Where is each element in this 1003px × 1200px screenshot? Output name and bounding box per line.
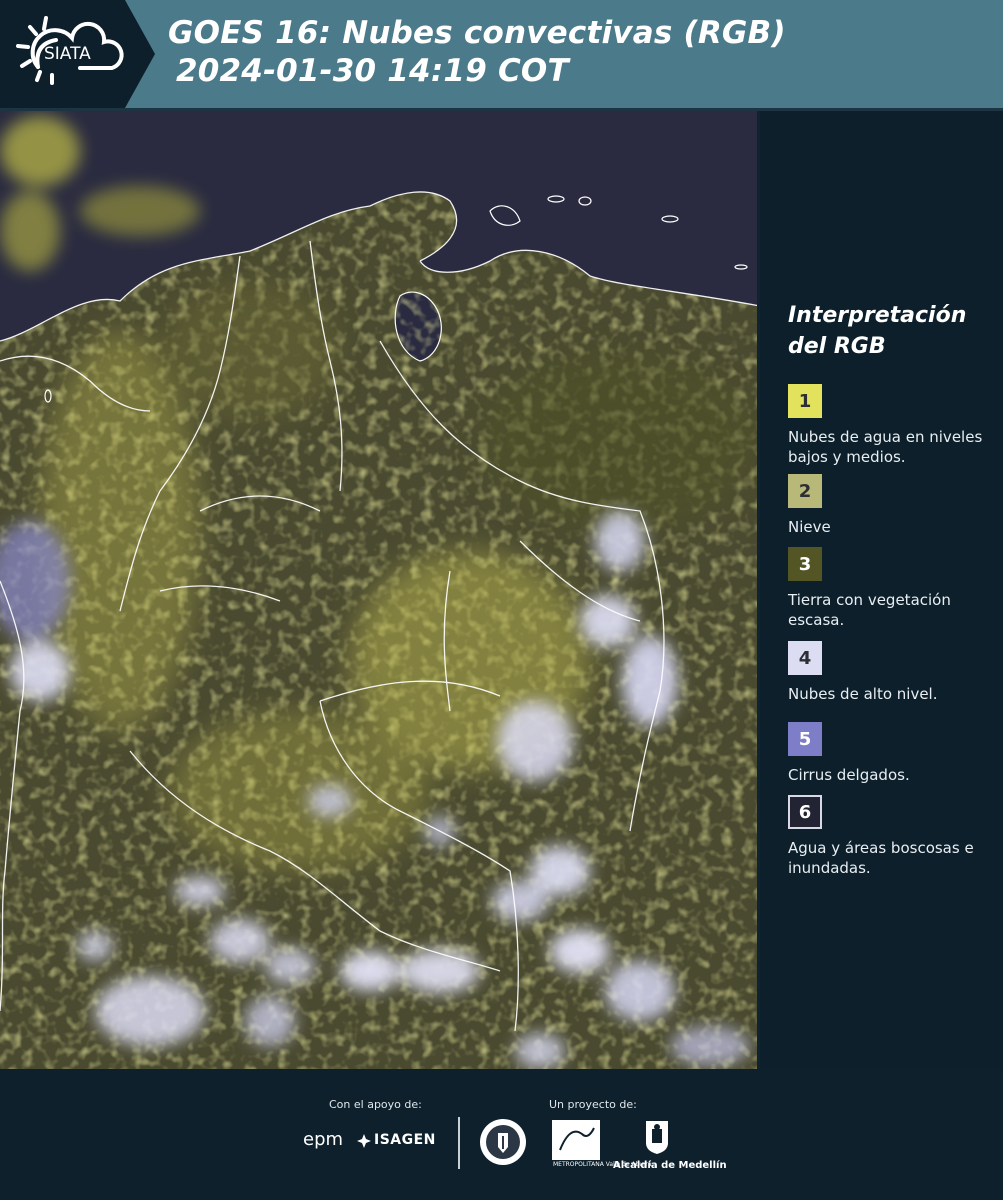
title-line-2: 2024-01-30 14:19 COT [176, 53, 569, 89]
legend-item-2: 2 Nieve [788, 474, 831, 537]
support-label: Con el apoyo de: [329, 1098, 422, 1111]
header: SIATA GOES 16: Nubes convectivas (RGB) 2… [0, 0, 1003, 108]
legend-item-3: 3 Tierra con vegetación escasa. [788, 547, 997, 630]
legend-item-4: 4 Nubes de alto nivel. [788, 641, 937, 704]
legend-swatch-3: 3 [788, 547, 822, 581]
title-line-1: GOES 16: Nubes convectivas (RGB) [168, 15, 786, 51]
legend-label-6: Agua y áreas boscosas e inundadas. [788, 839, 974, 877]
legend-swatch-6: 6 [788, 795, 822, 829]
legend-label-3: Tierra con vegetación escasa. [788, 591, 951, 629]
footer-separator [458, 1117, 460, 1169]
siata-logo: SIATA [0, 0, 155, 108]
legend-item-6: 6 Agua y áreas boscosas e inundadas. [788, 795, 997, 878]
alcaldia-label: Alcaldía de Medellín [613, 1160, 727, 1171]
satellite-map [0, 111, 760, 1069]
legend-swatch-4: 4 [788, 641, 822, 675]
legend-label-5: Cirrus delgados. [788, 766, 910, 784]
epm-logo: epm [303, 1129, 344, 1150]
legend-item-1: 1 Nubes de agua en niveles bajos y medios… [788, 384, 997, 467]
map-border [757, 111, 760, 1069]
legend-label-2: Nieve [788, 518, 831, 536]
page-title: GOES 16: Nubes convectivas (RGB) 2024-01… [168, 14, 786, 90]
isagen-icon [357, 1134, 371, 1148]
isagen-logo: ISAGEN [374, 1132, 436, 1148]
legend-swatch-2: 2 [788, 474, 822, 508]
legend-item-5: 5 Cirrus delgados. [788, 722, 910, 785]
legend: Interpretación del RGB 1 Nubes de agua en… [772, 300, 997, 877]
legend-swatch-1: 1 [788, 384, 822, 418]
legend-label-1: Nubes de agua en niveles bajos y medios. [788, 428, 983, 466]
legend-title: Interpretación del RGB [788, 303, 967, 359]
siata-logo-text: SIATA [44, 44, 91, 64]
alcaldia-shield-icon [646, 1121, 668, 1154]
legend-swatch-5: 5 [788, 722, 822, 756]
legend-label-4: Nubes de alto nivel. [788, 685, 938, 703]
seal-icon [480, 1119, 526, 1165]
project-label: Un proyecto de: [549, 1098, 637, 1111]
area-metropolitana-icon [552, 1120, 600, 1160]
